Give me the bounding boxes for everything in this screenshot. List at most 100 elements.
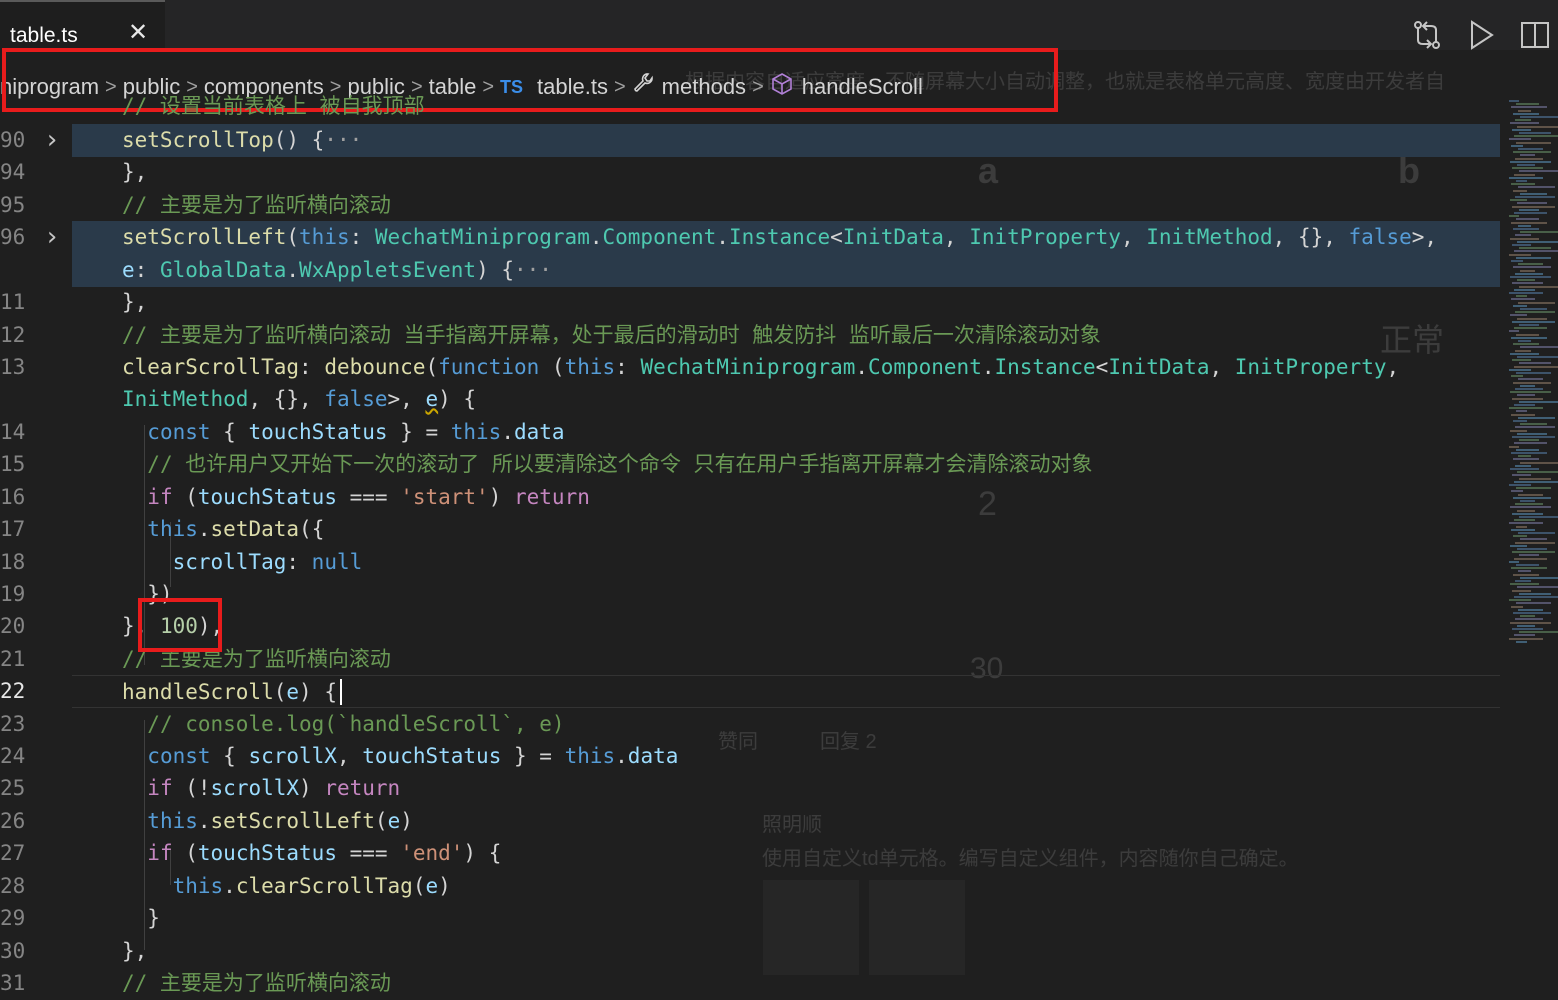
minimap-line bbox=[1515, 234, 1531, 237]
minimap-line bbox=[1520, 461, 1558, 464]
line-number: 17 bbox=[0, 517, 26, 541]
minimap-line bbox=[1511, 605, 1523, 608]
minimap-line bbox=[1510, 429, 1527, 432]
minimap-line bbox=[1513, 458, 1539, 461]
minimap-line bbox=[1509, 484, 1531, 486]
minimap-line bbox=[1512, 359, 1531, 362]
minimap-line bbox=[1514, 480, 1558, 483]
minimap-line bbox=[1517, 624, 1535, 627]
minimap-line bbox=[1517, 509, 1535, 512]
minimap-line bbox=[1510, 160, 1551, 163]
code-line: setScrollLeft(this: WechatMiniprogram.Co… bbox=[72, 221, 1500, 254]
fold-chevron-icon[interactable]: › bbox=[44, 224, 60, 250]
minimap-line bbox=[1519, 554, 1539, 557]
minimap-line bbox=[1514, 596, 1558, 598]
minimap-line bbox=[1512, 628, 1543, 630]
minimap-line bbox=[1510, 314, 1527, 317]
minimap-line bbox=[1520, 384, 1535, 387]
minimap-line bbox=[1509, 253, 1531, 256]
line-number: 13 bbox=[0, 355, 26, 379]
minimap-line bbox=[1510, 352, 1539, 355]
run-icon[interactable] bbox=[1464, 18, 1498, 54]
minimap-line bbox=[1518, 608, 1543, 611]
line-number: 29 bbox=[0, 906, 26, 930]
minimap-line bbox=[1516, 180, 1527, 182]
text-cursor bbox=[340, 679, 342, 705]
minimap-line bbox=[1513, 496, 1551, 499]
code-line: }, bbox=[122, 939, 148, 963]
minimap-line bbox=[1515, 426, 1555, 429]
compare-changes-icon[interactable] bbox=[1410, 18, 1444, 54]
minimap-line bbox=[1519, 439, 1539, 442]
minimap-line bbox=[1512, 244, 1531, 246]
minimap-line bbox=[1514, 442, 1547, 445]
code-line: // 设置当前表格上 被自我顶部 bbox=[122, 94, 425, 118]
line-number: 23 bbox=[0, 712, 26, 736]
minimap-line bbox=[1515, 119, 1531, 122]
minimap-line bbox=[1518, 301, 1555, 304]
code-line: // 主要是为了监听横向滚动 bbox=[122, 193, 391, 217]
code-line: } bbox=[122, 906, 160, 930]
minimap-line bbox=[1514, 288, 1535, 291]
minimap-line bbox=[1514, 327, 1547, 330]
fold-chevron-icon[interactable]: › bbox=[44, 127, 60, 153]
minimap-line bbox=[1513, 381, 1551, 384]
minimap-line bbox=[1512, 167, 1543, 170]
line-number: 94 bbox=[0, 160, 26, 184]
minimap-line bbox=[1512, 282, 1543, 285]
minimap-line bbox=[1519, 132, 1551, 134]
minimap-line bbox=[1516, 372, 1551, 374]
code-line: e: GlobalData.WxAppletsEvent) {··· bbox=[72, 254, 1500, 287]
minimap-line bbox=[1517, 548, 1547, 550]
minimap-line bbox=[1512, 205, 1555, 208]
minimap-line bbox=[1512, 589, 1531, 592]
minimap-line bbox=[1515, 349, 1531, 352]
minimap-line bbox=[1512, 436, 1555, 438]
split-editor-icon[interactable] bbox=[1518, 18, 1552, 54]
close-icon[interactable]: ✕ bbox=[128, 20, 148, 44]
minimap-line bbox=[1519, 592, 1551, 595]
minimap-line bbox=[1520, 576, 1558, 579]
line-number: 24 bbox=[0, 744, 26, 768]
minimap-line bbox=[1509, 215, 1519, 218]
code-line: if (touchStatus === 'end') { bbox=[147, 841, 502, 865]
minimap-line bbox=[1514, 404, 1535, 406]
minimap-line bbox=[1515, 541, 1555, 544]
minimap-line bbox=[1509, 368, 1531, 371]
minimap-line bbox=[1511, 298, 1535, 301]
minimap-line bbox=[1516, 448, 1539, 451]
minimap-line bbox=[1511, 144, 1523, 147]
minimap-line bbox=[1516, 602, 1551, 605]
minimap-line bbox=[1515, 618, 1543, 621]
code-editor[interactable]: // 设置当前表格上 被自我顶部 setScrollTop() {··· }, … bbox=[72, 94, 1500, 995]
line-number: 12 bbox=[0, 323, 26, 347]
line-number: 31 bbox=[0, 971, 26, 995]
minimap-line bbox=[1518, 109, 1531, 112]
minimap[interactable] bbox=[1505, 100, 1558, 660]
minimap-line bbox=[1517, 202, 1547, 205]
line-number-gutter: 90 94 95 96 11 12 13 14 15 16 17 18 19 20 21 22 23 24 25 26… bbox=[0, 115, 72, 995]
minimap-line bbox=[1516, 218, 1539, 221]
line-number: 14 bbox=[0, 420, 26, 444]
minimap-line bbox=[1510, 276, 1551, 278]
line-number: 25 bbox=[0, 776, 26, 800]
minimap-line bbox=[1516, 525, 1527, 528]
tab-bar: table.ts ✕ bbox=[0, 0, 1558, 50]
minimap-line bbox=[1520, 538, 1547, 541]
minimap-line bbox=[1513, 112, 1539, 115]
minimap-line bbox=[1512, 474, 1531, 477]
code-line: InitMethod, {}, false>, e) { bbox=[122, 387, 477, 411]
minimap-line bbox=[1519, 362, 1551, 365]
editor-tab[interactable]: table.ts ✕ bbox=[0, 0, 165, 50]
minimap-line bbox=[1509, 138, 1531, 141]
minimap-line bbox=[1518, 148, 1543, 150]
minimap-line bbox=[1511, 413, 1535, 416]
minimap-line bbox=[1515, 580, 1531, 582]
minimap-line bbox=[1509, 176, 1543, 179]
minimap-line bbox=[1511, 528, 1535, 531]
minimap-line bbox=[1519, 631, 1558, 634]
minimap-line bbox=[1518, 378, 1543, 381]
minimap-line bbox=[1510, 544, 1527, 547]
line-number: 16 bbox=[0, 485, 26, 509]
minimap-line bbox=[1520, 231, 1558, 234]
